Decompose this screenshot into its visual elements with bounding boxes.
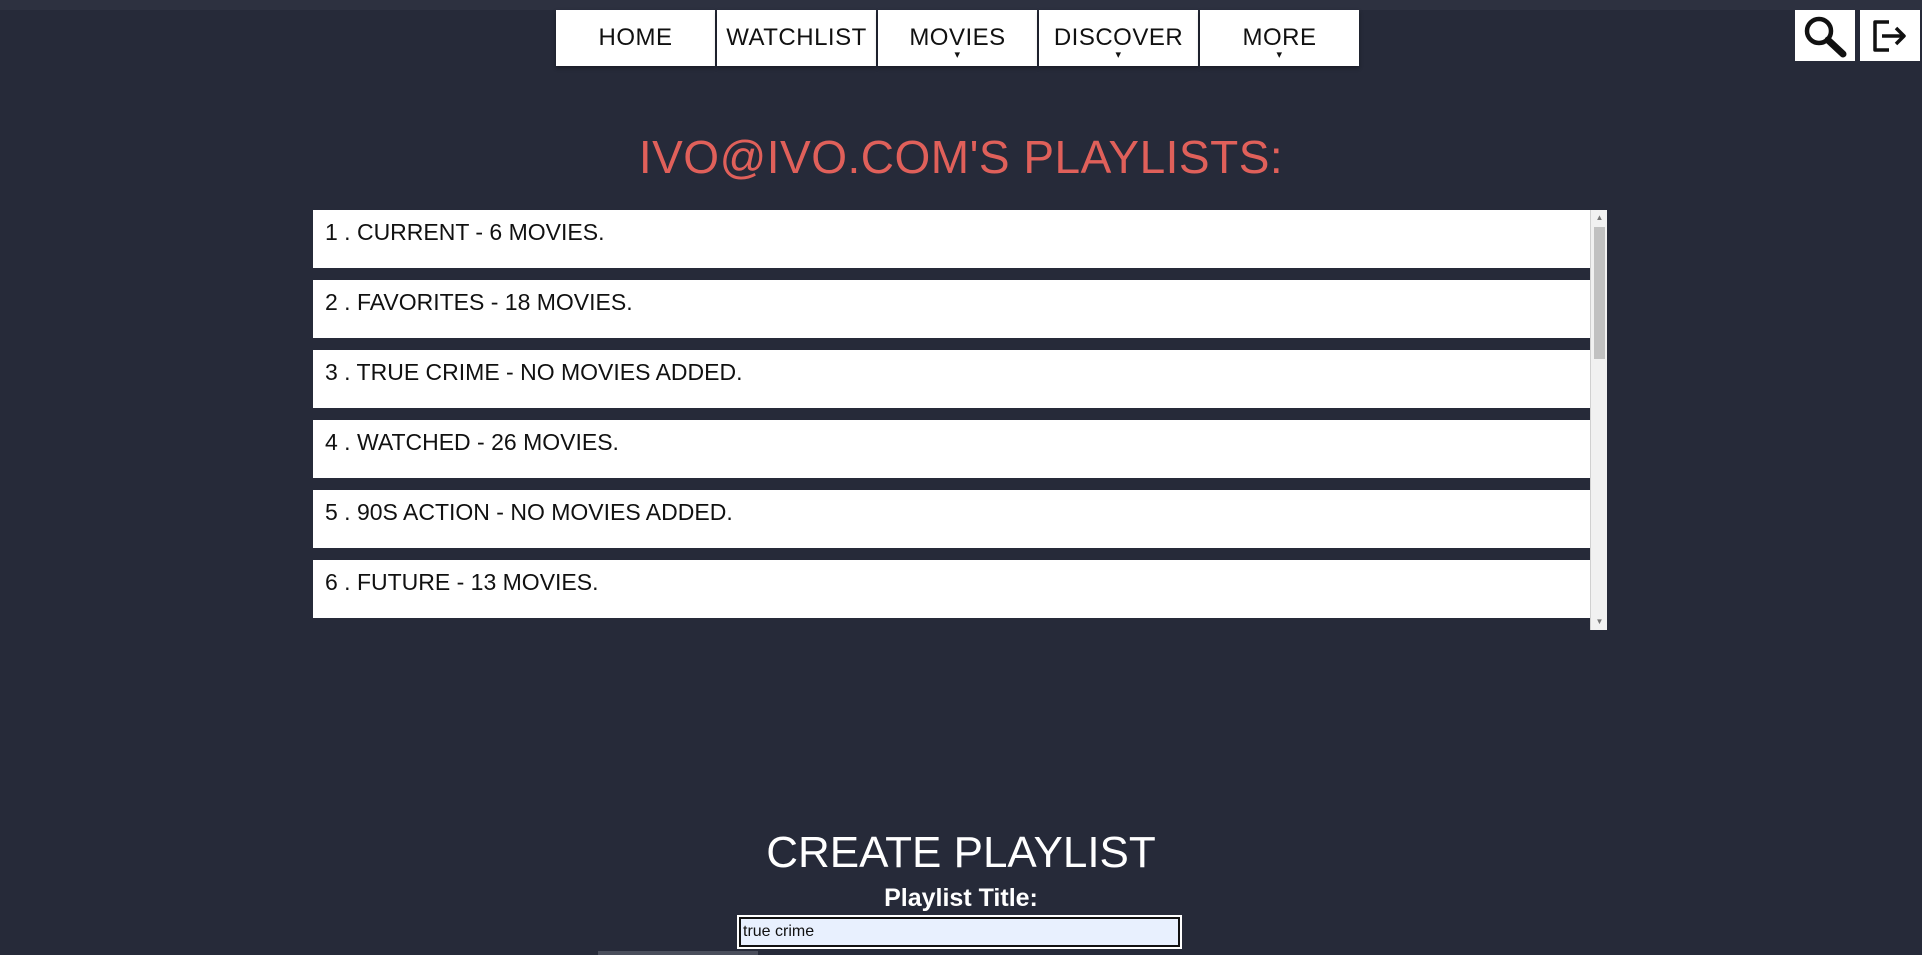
main-nav: HOME WATCHLIST MOVIES ▾ DISCOVER ▾ MORE ▾: [556, 10, 1359, 66]
playlist-item-label: 6 . FUTURE - 13 MOVIES.: [325, 568, 599, 595]
list-scrollbar[interactable]: ▲ ▼: [1590, 210, 1607, 630]
logout-icon: [1873, 19, 1906, 52]
playlist-item[interactable]: 1 . CURRENT - 6 MOVIES.: [313, 210, 1590, 268]
scroll-up-icon[interactable]: ▲: [1591, 212, 1607, 224]
scrollbar-thumb[interactable]: [1594, 227, 1605, 359]
caret-down-icon: ▾: [1276, 49, 1283, 61]
caret-down-icon: ▾: [954, 49, 961, 61]
nav-discover-button[interactable]: DISCOVER ▾: [1039, 10, 1198, 66]
nav-movies-button[interactable]: MOVIES ▾: [878, 10, 1037, 66]
nav-watchlist-label: WATCHLIST: [726, 24, 867, 51]
playlist-item-label: 3 . TRUE CRIME - NO MOVIES ADDED.: [325, 358, 743, 385]
playlist-item-label: 5 . 90S ACTION - NO MOVIES ADDED.: [325, 498, 733, 525]
nav-watchlist-button[interactable]: WATCHLIST: [717, 10, 876, 66]
nav-home-button[interactable]: HOME: [556, 10, 715, 66]
playlist-item-label: 4 . WATCHED - 26 MOVIES.: [325, 428, 619, 455]
playlist-item-label: 2 . FAVORITES - 18 MOVIES.: [325, 288, 633, 315]
bottom-scroll-indicator: [598, 951, 758, 955]
search-button[interactable]: [1795, 10, 1855, 61]
nav-home-label: HOME: [598, 24, 673, 51]
playlist-item-label: 1 . CURRENT - 6 MOVIES.: [325, 218, 605, 245]
search-icon: [1804, 16, 1847, 57]
playlist-item[interactable]: 5 . 90S ACTION - NO MOVIES ADDED.: [313, 490, 1590, 548]
caret-down-icon: ▾: [1115, 49, 1122, 61]
nav-more-label: MORE: [1242, 24, 1317, 51]
nav-discover-label: DISCOVER: [1053, 24, 1184, 51]
top-strip: [0, 0, 1922, 10]
playlist-item[interactable]: 2 . FAVORITES - 18 MOVIES.: [313, 280, 1590, 338]
nav-more-button[interactable]: MORE ▾: [1200, 10, 1359, 66]
playlist-item[interactable]: 6 . FUTURE - 13 MOVIES.: [313, 560, 1590, 618]
playlist-list[interactable]: 1 . CURRENT - 6 MOVIES. 2 . FAVORITES - …: [313, 210, 1607, 630]
playlist-title-label: Playlist Title:: [884, 884, 1038, 912]
create-playlist-heading: CREATE PLAYLIST: [766, 828, 1156, 877]
scroll-down-icon[interactable]: ▼: [1591, 616, 1607, 628]
playlist-item[interactable]: 3 . TRUE CRIME - NO MOVIES ADDED.: [313, 350, 1590, 408]
page-title: IVO@IVO.COM'S PLAYLISTS:: [638, 131, 1284, 183]
nav-movies-label: MOVIES: [909, 24, 1006, 51]
playlist-title-input[interactable]: [737, 915, 1182, 949]
playlist-item[interactable]: 4 . WATCHED - 26 MOVIES.: [313, 420, 1590, 478]
logout-button[interactable]: [1860, 10, 1920, 61]
